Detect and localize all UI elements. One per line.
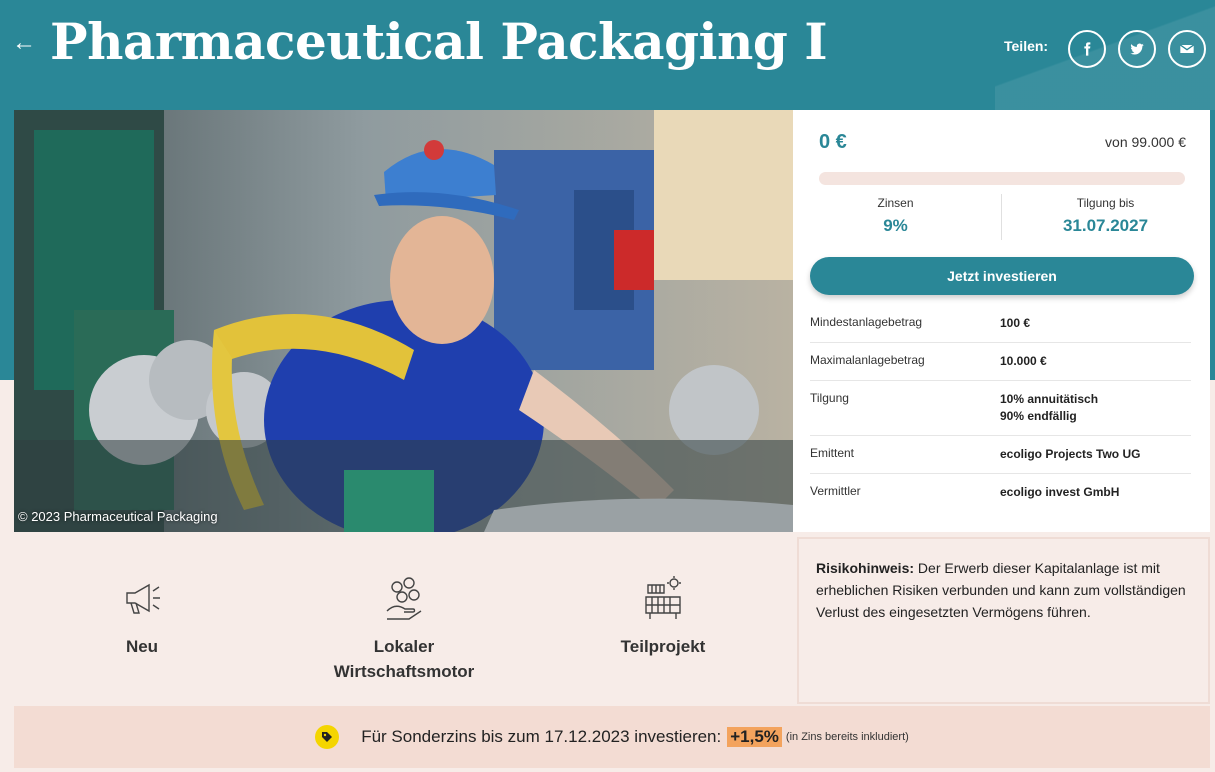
- detail-value: 10.000 €: [1000, 353, 1047, 370]
- detail-value-line: ecoligo invest GmbH: [1000, 485, 1120, 499]
- detail-label: Tilgung: [810, 391, 849, 405]
- feature-label: Teilprojekt: [620, 637, 706, 656]
- feature-subproject: Teilprojekt: [563, 575, 763, 659]
- factory-worker-image: [14, 110, 793, 532]
- tag-icon: [315, 725, 340, 749]
- investment-details: Mindestanlagebetrag 100 € Maximalanlageb…: [810, 305, 1191, 511]
- back-arrow-icon[interactable]: ←: [12, 30, 38, 56]
- feature-label: Lokaler Wirtschaftsmotor: [333, 637, 475, 681]
- risk-label: Risikohinweis:: [816, 560, 915, 576]
- detail-row: Maximalanlagebetrag 10.000 €: [810, 343, 1191, 381]
- detail-label: Emittent: [810, 446, 855, 460]
- repayment-label: Tilgung bis: [1076, 196, 1135, 210]
- detail-value: 10% annuitätisch 90% endfällig: [1000, 391, 1098, 425]
- funding-progress-bar: [819, 172, 1185, 185]
- detail-value-line: 10.000 €: [1000, 354, 1047, 368]
- bonus-text: Für Sonderzins bis zum 17.12.2023 invest…: [361, 727, 722, 746]
- detail-value-line: ecoligo Projects Two UG: [1000, 447, 1141, 461]
- feature-local-economy: Lokaler Wirtschaftsmotor: [304, 575, 504, 684]
- feature-label: Neu: [125, 637, 159, 656]
- twitter-share-button[interactable]: [1118, 30, 1156, 68]
- share-label: Teilen:: [1004, 38, 1049, 54]
- investment-card: 0 € von 99.000 € Zinsen 9% Tilgung bis 3…: [793, 110, 1210, 532]
- amount-raised: 0 €: [819, 131, 847, 153]
- stat-divider: [1001, 194, 1002, 240]
- invest-now-button[interactable]: Jetzt investieren: [810, 257, 1194, 295]
- detail-row: Emittent ecoligo Projects Two UG: [810, 436, 1191, 474]
- detail-value-line: 100 €: [1000, 316, 1031, 330]
- detail-row: Tilgung 10% annuitätisch 90% endfällig: [810, 381, 1191, 436]
- email-icon: [1179, 44, 1195, 53]
- hand-coins-icon: [386, 577, 422, 620]
- detail-value: ecoligo invest GmbH: [1000, 484, 1119, 501]
- solar-panel-icon: [645, 576, 681, 619]
- repayment-value: 31.07.2027: [1062, 216, 1149, 235]
- detail-label: Mindestanlagebetrag: [810, 315, 923, 329]
- repayment-stat: Tilgung bis 31.07.2027: [1013, 196, 1198, 236]
- interest-value: 9%: [883, 216, 908, 235]
- interest-label: Zinsen: [877, 196, 914, 210]
- page-title: Pharmaceutical Packaging I: [50, 12, 828, 71]
- bonus-note: (in Zins bereits inkludiert): [785, 731, 909, 743]
- detail-value-line: 90% endfällig: [1000, 409, 1077, 423]
- twitter-icon: [1130, 43, 1144, 55]
- megaphone-icon: [126, 583, 160, 614]
- facebook-share-button[interactable]: [1068, 30, 1106, 68]
- feature-new: Neu: [42, 575, 242, 659]
- email-share-button[interactable]: [1168, 30, 1206, 68]
- project-photo: © 2023 Pharmaceutical Packaging: [14, 110, 793, 532]
- detail-row: Vermittler ecoligo invest GmbH: [810, 474, 1191, 511]
- detail-label: Maximalanlagebetrag: [810, 353, 925, 367]
- detail-value-line: 10% annuitätisch: [1000, 392, 1099, 406]
- photo-credit: © 2023 Pharmaceutical Packaging: [18, 509, 218, 524]
- facebook-icon: [1084, 42, 1091, 56]
- bonus-interest-banner: Für Sonderzins bis zum 17.12.2023 invest…: [14, 706, 1210, 768]
- interest-stat: Zinsen 9%: [803, 196, 988, 236]
- detail-value: ecoligo Projects Two UG: [1000, 446, 1140, 463]
- risk-notice: Risikohinweis: Der Erwerb dieser Kapital…: [797, 537, 1210, 704]
- detail-label: Vermittler: [810, 484, 861, 498]
- bonus-rate: +1,5%: [727, 727, 782, 747]
- detail-value: 100 €: [1000, 315, 1030, 332]
- funding-target: von 99.000 €: [1105, 134, 1186, 150]
- detail-row: Mindestanlagebetrag 100 €: [810, 305, 1191, 343]
